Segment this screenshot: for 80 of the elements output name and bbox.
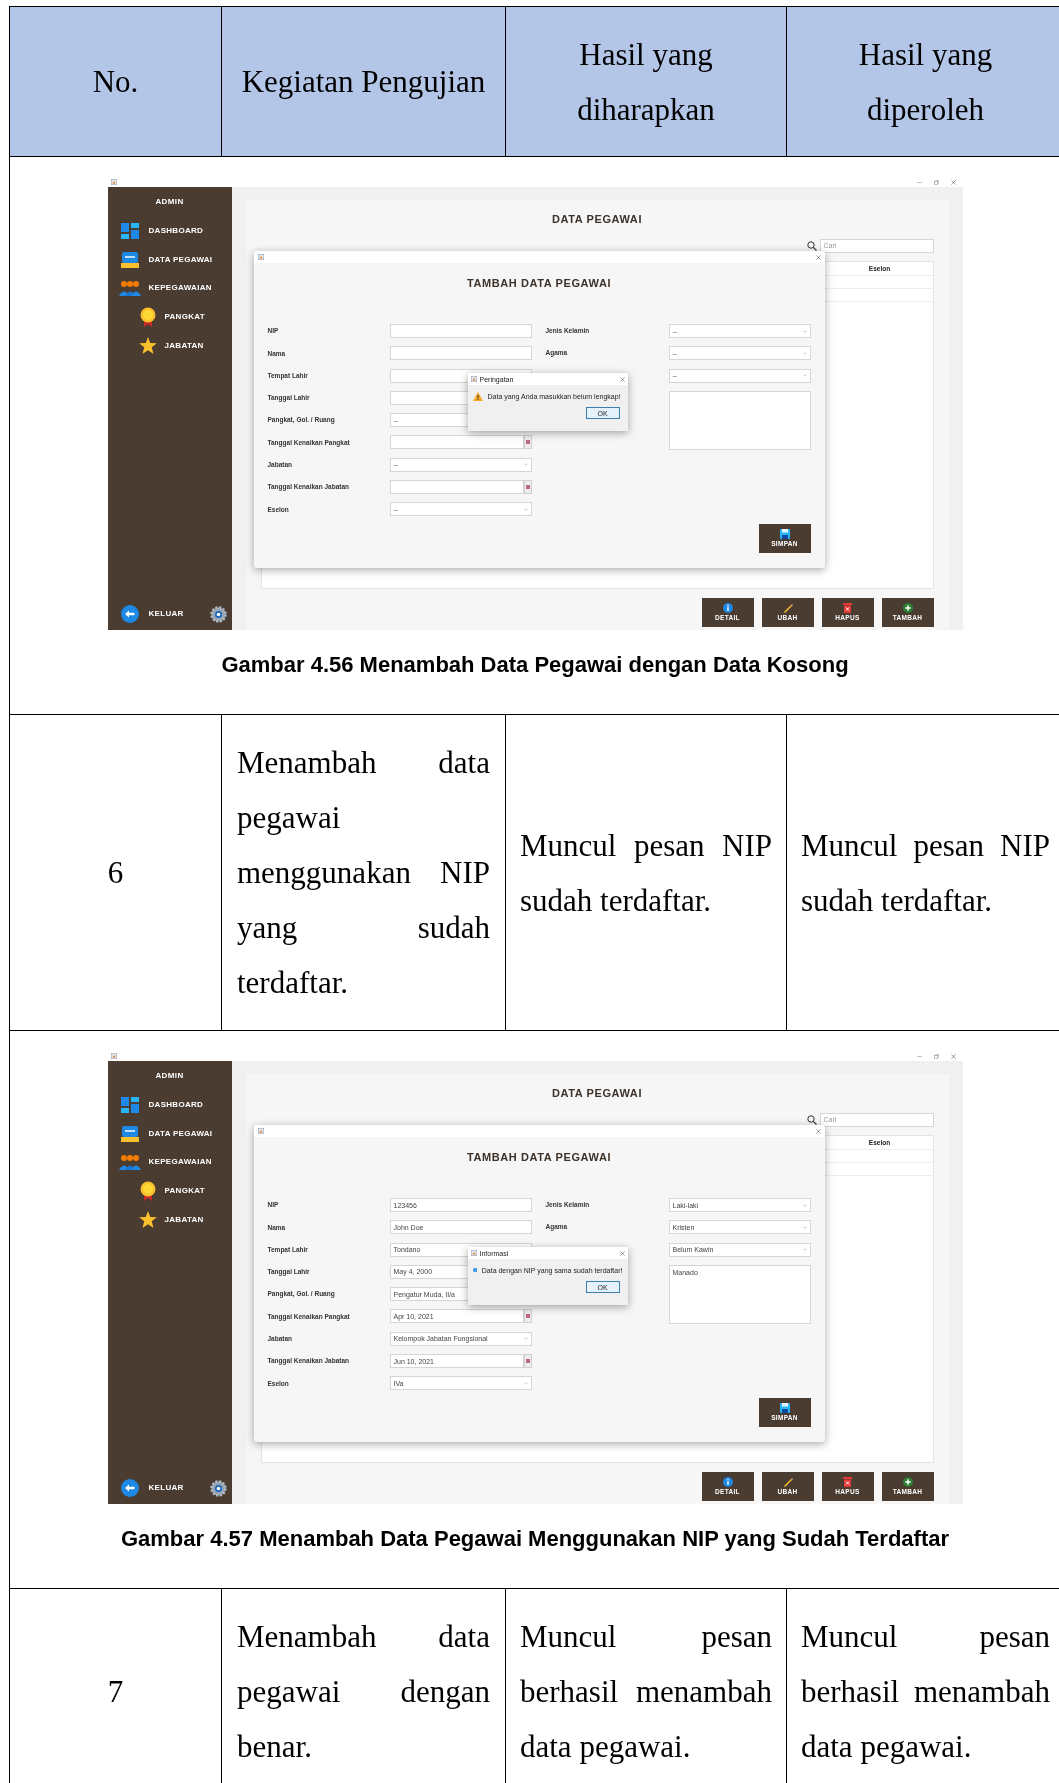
figure-caption: Gambar 4.56 Menambah Data Pegawai dengan Data Kosong xyxy=(221,652,849,677)
pencil-icon xyxy=(782,603,793,614)
warning-icon xyxy=(472,391,483,401)
logout-item[interactable]: KELUAR xyxy=(120,1479,184,1497)
restore-icon[interactable] xyxy=(933,1053,939,1059)
row-number: 6 xyxy=(107,854,124,892)
table-cell-text: Muncul pesan berhasil menambah data pegawai. xyxy=(801,1618,1050,1766)
star-icon xyxy=(138,337,157,355)
gear-icon[interactable] xyxy=(209,605,227,623)
dialog-title: TAMBAH DATA PEGAWAI xyxy=(466,277,612,289)
sidebar-item[interactable]: PANGKAT xyxy=(107,1176,232,1206)
sidebar-title: ADMIN xyxy=(155,1072,184,1080)
plus-icon xyxy=(902,1477,913,1488)
close-icon[interactable] xyxy=(815,1128,821,1134)
page-title: DATA PEGAWAI xyxy=(551,213,643,225)
app-icon xyxy=(470,376,477,382)
app-icon xyxy=(110,1053,117,1059)
text-field[interactable] xyxy=(389,324,532,338)
search-icon xyxy=(806,240,817,251)
table-cell-text: Muncul pesan NIP sudah terdaftar. xyxy=(801,826,1050,920)
plus-icon xyxy=(902,603,913,614)
dashboard-icon xyxy=(120,1097,139,1114)
restore-icon[interactable] xyxy=(933,179,939,185)
header-cell: No. xyxy=(10,7,222,157)
header-cell: Hasil yang diharapkan xyxy=(506,7,787,157)
sidebar-item[interactable]: JABATAN xyxy=(107,1205,232,1234)
sidebar-item[interactable]: KEPEGAWAIAN xyxy=(107,1148,232,1177)
minimize-icon[interactable] xyxy=(916,179,922,185)
sidebar-item[interactable]: DATA PEGAWAI xyxy=(107,1119,232,1149)
medal-icon xyxy=(139,1181,156,1202)
figure-caption: Gambar 4.57 Menambah Data Pegawai Menggunakan NIP yang Sudah Terdaftar xyxy=(120,1526,950,1551)
info-icon xyxy=(472,1265,477,1275)
sidebar-item[interactable]: KEPEGAWAIAN xyxy=(107,274,232,303)
sidebar-item[interactable]: PANGKAT xyxy=(107,302,232,332)
sidebar-item[interactable]: DASHBOARD xyxy=(107,1091,232,1120)
text-field[interactable] xyxy=(389,346,532,361)
app-icon xyxy=(257,254,264,260)
app-icon xyxy=(470,1250,477,1256)
close-icon[interactable] xyxy=(950,1053,956,1059)
close-icon[interactable] xyxy=(950,179,956,185)
dialog-title: TAMBAH DATA PEGAWAI xyxy=(466,1151,612,1163)
sidebar-item[interactable]: DASHBOARD xyxy=(107,217,232,246)
medal-icon xyxy=(139,307,156,328)
app-icon xyxy=(110,179,117,185)
table-cell-text: Menambah data pegawai dengan benar. xyxy=(237,1618,490,1766)
sidebar-item[interactable]: JABATAN xyxy=(107,331,232,360)
table-cell-text: Muncul pesan NIP sudah terdaftar. xyxy=(520,826,772,920)
logout-item[interactable]: KELUAR xyxy=(120,605,184,623)
table-cell-text: Muncul pesan berhasil menambah data pegawai. xyxy=(520,1618,772,1766)
close-icon[interactable] xyxy=(815,254,821,260)
table-cell-text: Menambah data pegawai menggunakan NIP yang sudah terdaftar. xyxy=(237,744,490,1002)
people-icon xyxy=(118,1154,141,1171)
close-icon[interactable] xyxy=(619,1250,625,1256)
header-cell: Hasil yang diperoleh xyxy=(787,7,1059,157)
id-card-icon xyxy=(120,251,139,268)
trash-icon xyxy=(843,1477,852,1488)
date-field[interactable] xyxy=(389,480,524,495)
sidebar-item[interactable]: DATA PEGAWAI xyxy=(107,245,232,275)
calendar-icon[interactable] xyxy=(523,1354,532,1369)
dashboard-icon xyxy=(120,223,139,240)
calendar-icon[interactable] xyxy=(523,1309,532,1324)
minimize-icon[interactable] xyxy=(916,1053,922,1059)
row-number: 7 xyxy=(107,1673,124,1711)
calendar-icon[interactable] xyxy=(523,480,532,495)
info-icon xyxy=(722,603,733,614)
people-icon xyxy=(118,280,141,297)
search-icon xyxy=(806,1114,817,1125)
id-card-icon xyxy=(120,1125,139,1142)
date-field[interactable] xyxy=(389,435,524,450)
sidebar-title: ADMIN xyxy=(155,198,184,206)
star-icon xyxy=(138,1211,157,1229)
trash-icon xyxy=(843,603,852,614)
close-icon[interactable] xyxy=(619,376,625,382)
app-icon xyxy=(257,1128,264,1134)
gear-icon[interactable] xyxy=(209,1479,227,1497)
calendar-icon[interactable] xyxy=(523,435,532,450)
pencil-icon xyxy=(782,1477,793,1488)
header-cell: Kegiatan Pengujian xyxy=(222,7,506,157)
info-icon xyxy=(722,1477,733,1488)
page-title: DATA PEGAWAI xyxy=(551,1087,643,1099)
